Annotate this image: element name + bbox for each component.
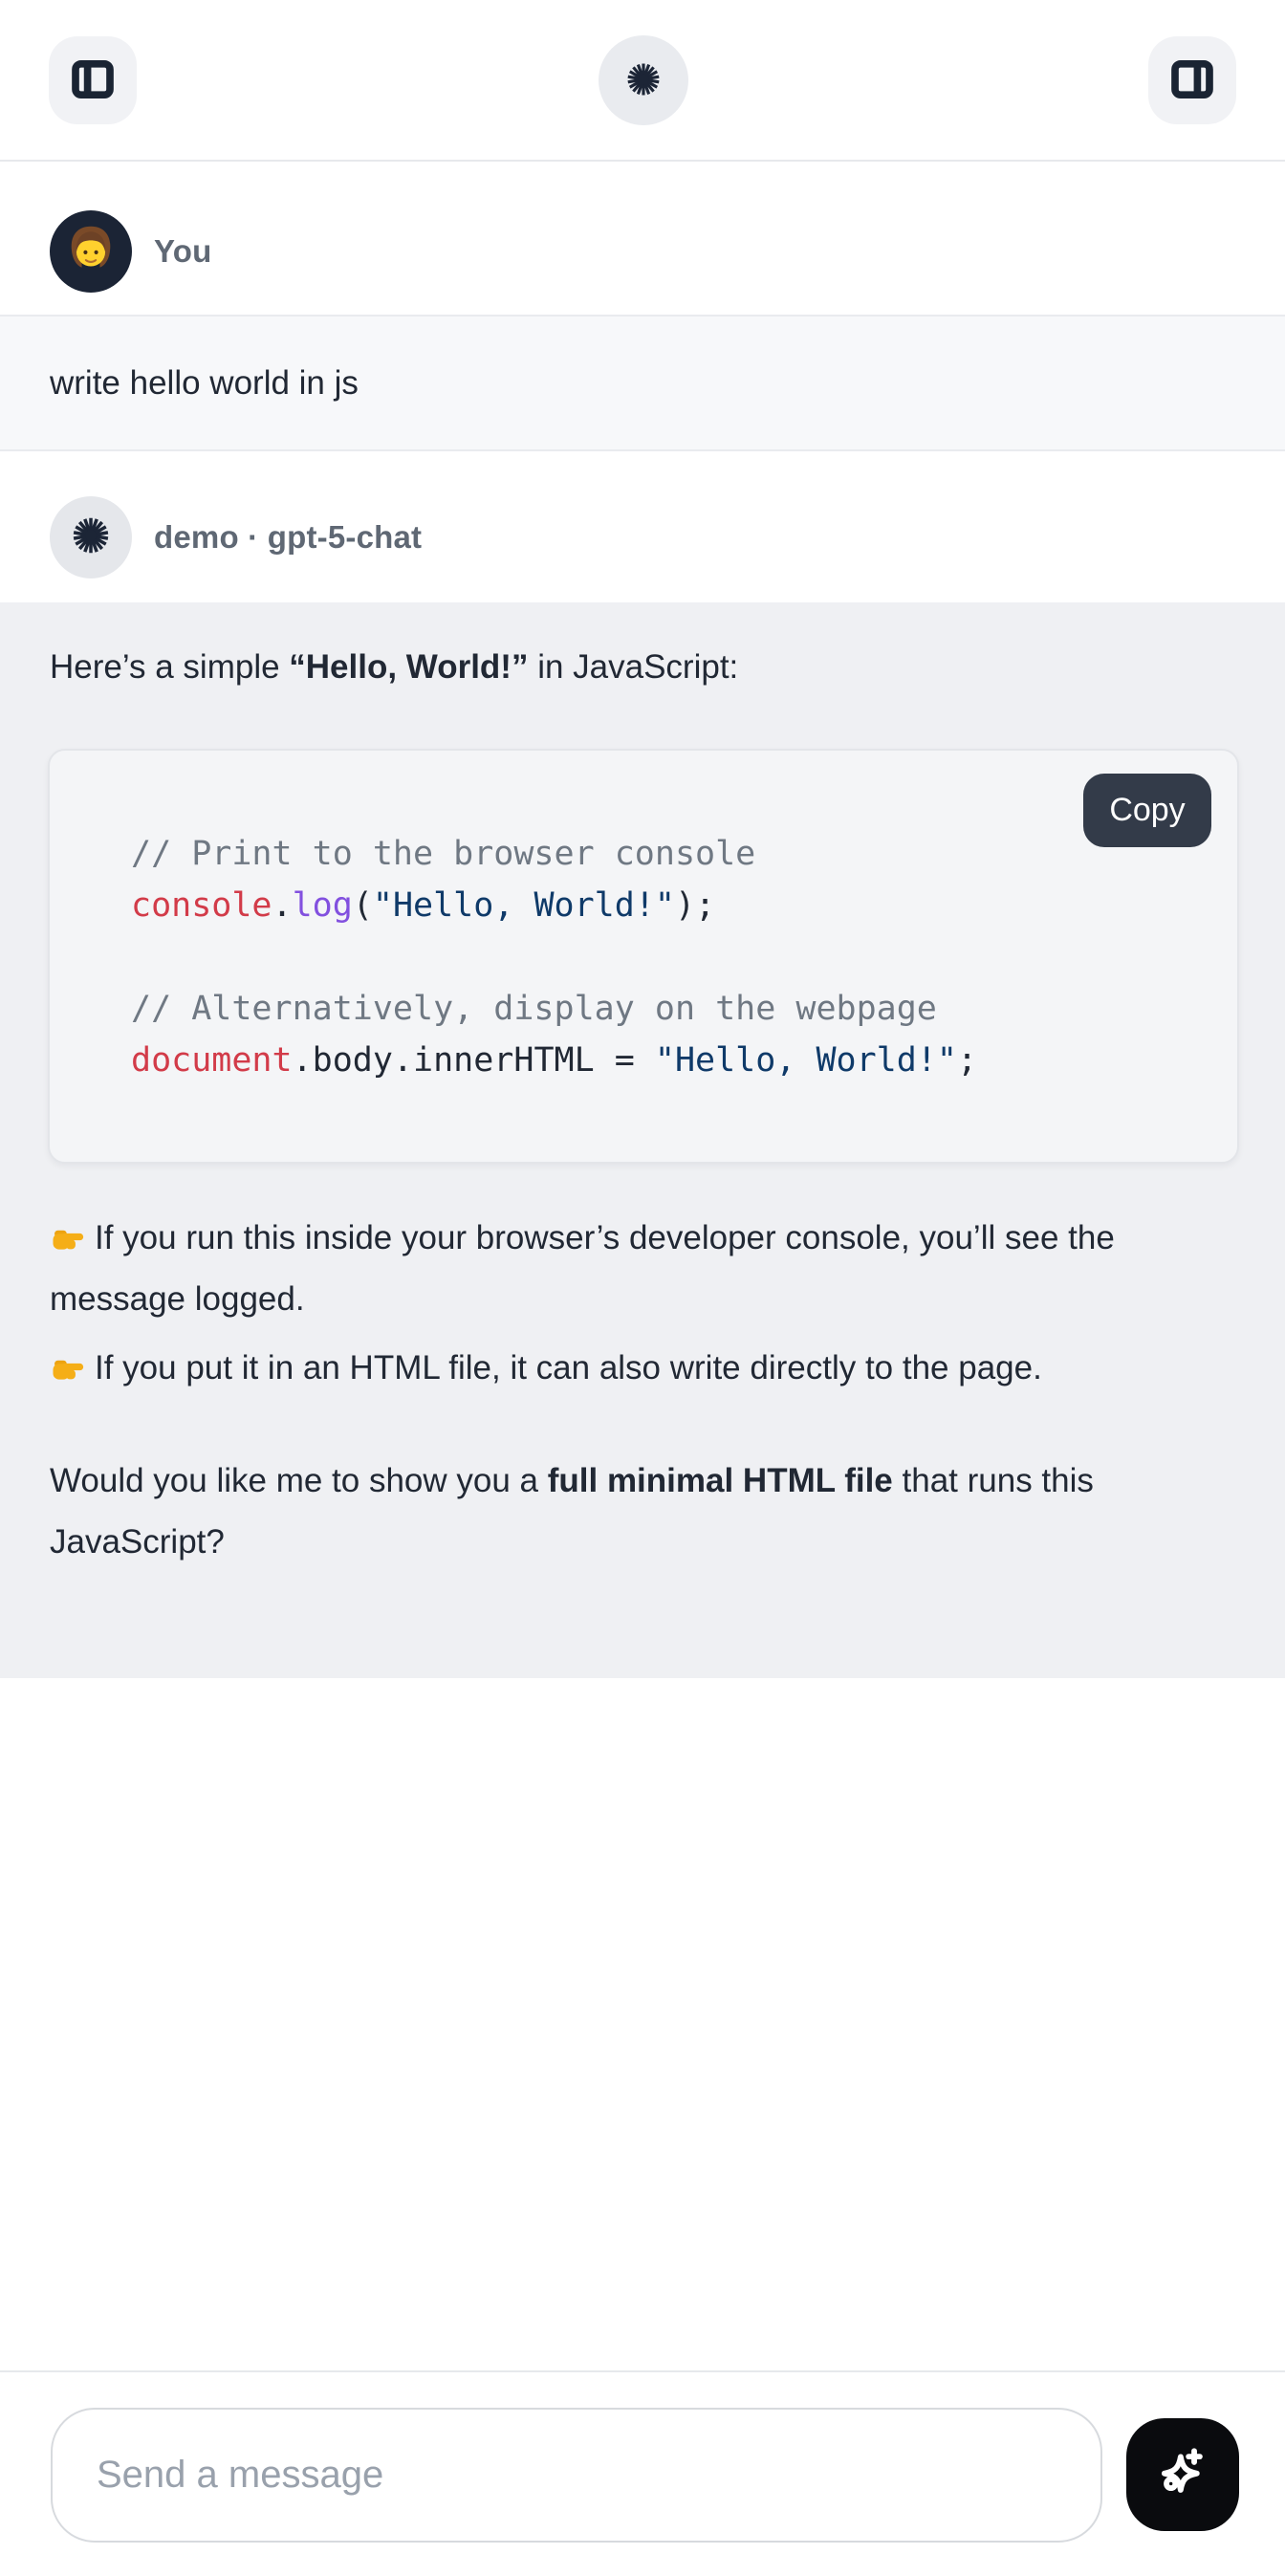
- code-content: // Print to the browser console console.l…: [50, 751, 1237, 1086]
- tip-line: If you put it in an HTML file, it can al…: [50, 1338, 1235, 1399]
- user-avatar: [50, 210, 132, 293]
- code-token: .: [272, 886, 293, 925]
- assistant-closing-paragraph: Would you like me to show you a full min…: [50, 1451, 1235, 1573]
- tip-text: If you put it in an HTML file, it can al…: [95, 1349, 1042, 1386]
- code-token: );: [675, 886, 715, 925]
- code-line: // Print to the browser console: [131, 828, 1218, 880]
- assistant-intro-paragraph: Here’s a simple “Hello, World!” in JavaS…: [50, 637, 1235, 698]
- code-token: (: [353, 886, 373, 925]
- tip-text: If you run this inside your browser’s de…: [50, 1219, 1115, 1318]
- bold-text: “Hello, World!”: [289, 648, 528, 686]
- user-message-header: You: [0, 162, 1285, 315]
- empty-chat-space: [0, 1678, 1285, 2370]
- code-token: "Hello, World!": [655, 1041, 957, 1080]
- user-author-label: You: [154, 233, 211, 270]
- text-run: Here’s a simple: [50, 648, 289, 686]
- panel-left-icon: [67, 54, 119, 108]
- code-token: console: [131, 886, 272, 925]
- app-logo-button[interactable]: [599, 35, 688, 125]
- person-emoji-icon: [61, 219, 120, 283]
- tip-line: If you run this inside your browser’s de…: [50, 1208, 1235, 1330]
- user-message-bubble: write hello world in js: [0, 315, 1285, 451]
- code-token: // Alternatively, display on the webpage: [131, 990, 937, 1028]
- code-token: // Print to the browser console: [131, 835, 755, 873]
- code-token: log: [293, 886, 353, 925]
- assistant-message-body: Here’s a simple “Hello, World!” in JavaS…: [0, 602, 1285, 1678]
- assistant-author-label: demo · gpt-5-chat: [154, 519, 422, 556]
- code-block: Copy // Print to the browser console cons…: [48, 749, 1239, 1164]
- code-line: document.body.innerHTML = "Hello, World!…: [131, 1035, 1218, 1086]
- assistant-message-header: demo · gpt-5-chat: [0, 451, 1285, 602]
- send-button[interactable]: [1126, 2418, 1239, 2531]
- code-line: // Alternatively, display on the webpage: [131, 983, 1218, 1035]
- user-message-text: write hello world in js: [50, 364, 359, 403]
- code-line: console.log("Hello, World!");: [131, 880, 1218, 931]
- pointing-right-emoji-icon: [50, 1338, 86, 1399]
- code-token: document: [131, 1041, 293, 1080]
- starburst-avatar-icon: [71, 515, 111, 560]
- code-line: [131, 931, 1218, 983]
- top-bar: [0, 0, 1285, 162]
- code-token: ;: [957, 1041, 977, 1080]
- composer-bar: [0, 2370, 1285, 2576]
- copy-code-button[interactable]: Copy: [1083, 774, 1211, 847]
- text-run: in JavaScript:: [528, 648, 738, 686]
- sidebar-toggle-button[interactable]: [49, 36, 137, 124]
- code-token: "Hello, World!": [373, 886, 675, 925]
- sparkle-icon: [1147, 2438, 1218, 2512]
- message-input[interactable]: [51, 2408, 1102, 2543]
- panel-right-icon: [1166, 54, 1218, 108]
- bold-text: full minimal HTML file: [548, 1462, 893, 1499]
- text-run: Would you like me to show you a: [50, 1462, 548, 1499]
- assistant-avatar: [50, 496, 132, 579]
- code-token: .body.innerHTML =: [293, 1041, 655, 1080]
- assistant-tips: If you run this inside your browser’s de…: [50, 1208, 1235, 1399]
- pointing-right-emoji-icon: [50, 1208, 86, 1269]
- right-panel-toggle-button[interactable]: [1148, 36, 1236, 124]
- starburst-icon: [625, 61, 662, 100]
